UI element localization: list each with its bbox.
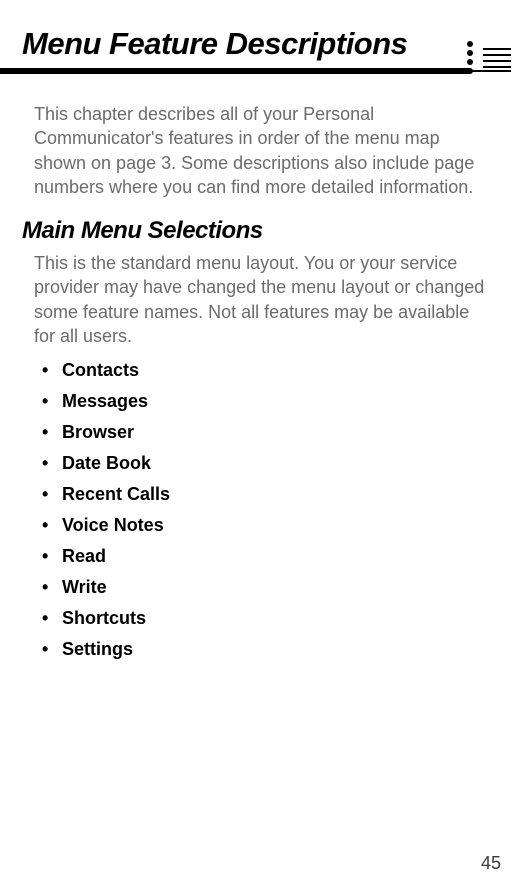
list-item: Shortcuts (42, 608, 493, 629)
page-number: 45 (481, 853, 501, 874)
list-item: Voice Notes (42, 515, 493, 536)
chapter-intro: This chapter describes all of your Perso… (34, 102, 493, 199)
list-item: Browser (42, 422, 493, 443)
menu-list: Contacts Messages Browser Date Book Rece… (42, 360, 493, 660)
list-item: Contacts (42, 360, 493, 381)
list-item: Settings (42, 639, 493, 660)
list-item: Recent Calls (42, 484, 493, 505)
title-rule (0, 68, 529, 80)
list-item: Read (42, 546, 493, 567)
page-title: Menu Feature Descriptions (22, 26, 529, 62)
list-item: Write (42, 577, 493, 598)
section-title-main-menu: Main Menu Selections (22, 217, 493, 245)
list-item: Messages (42, 391, 493, 412)
section-intro: This is the standard menu layout. You or… (34, 251, 493, 348)
list-item: Date Book (42, 453, 493, 474)
